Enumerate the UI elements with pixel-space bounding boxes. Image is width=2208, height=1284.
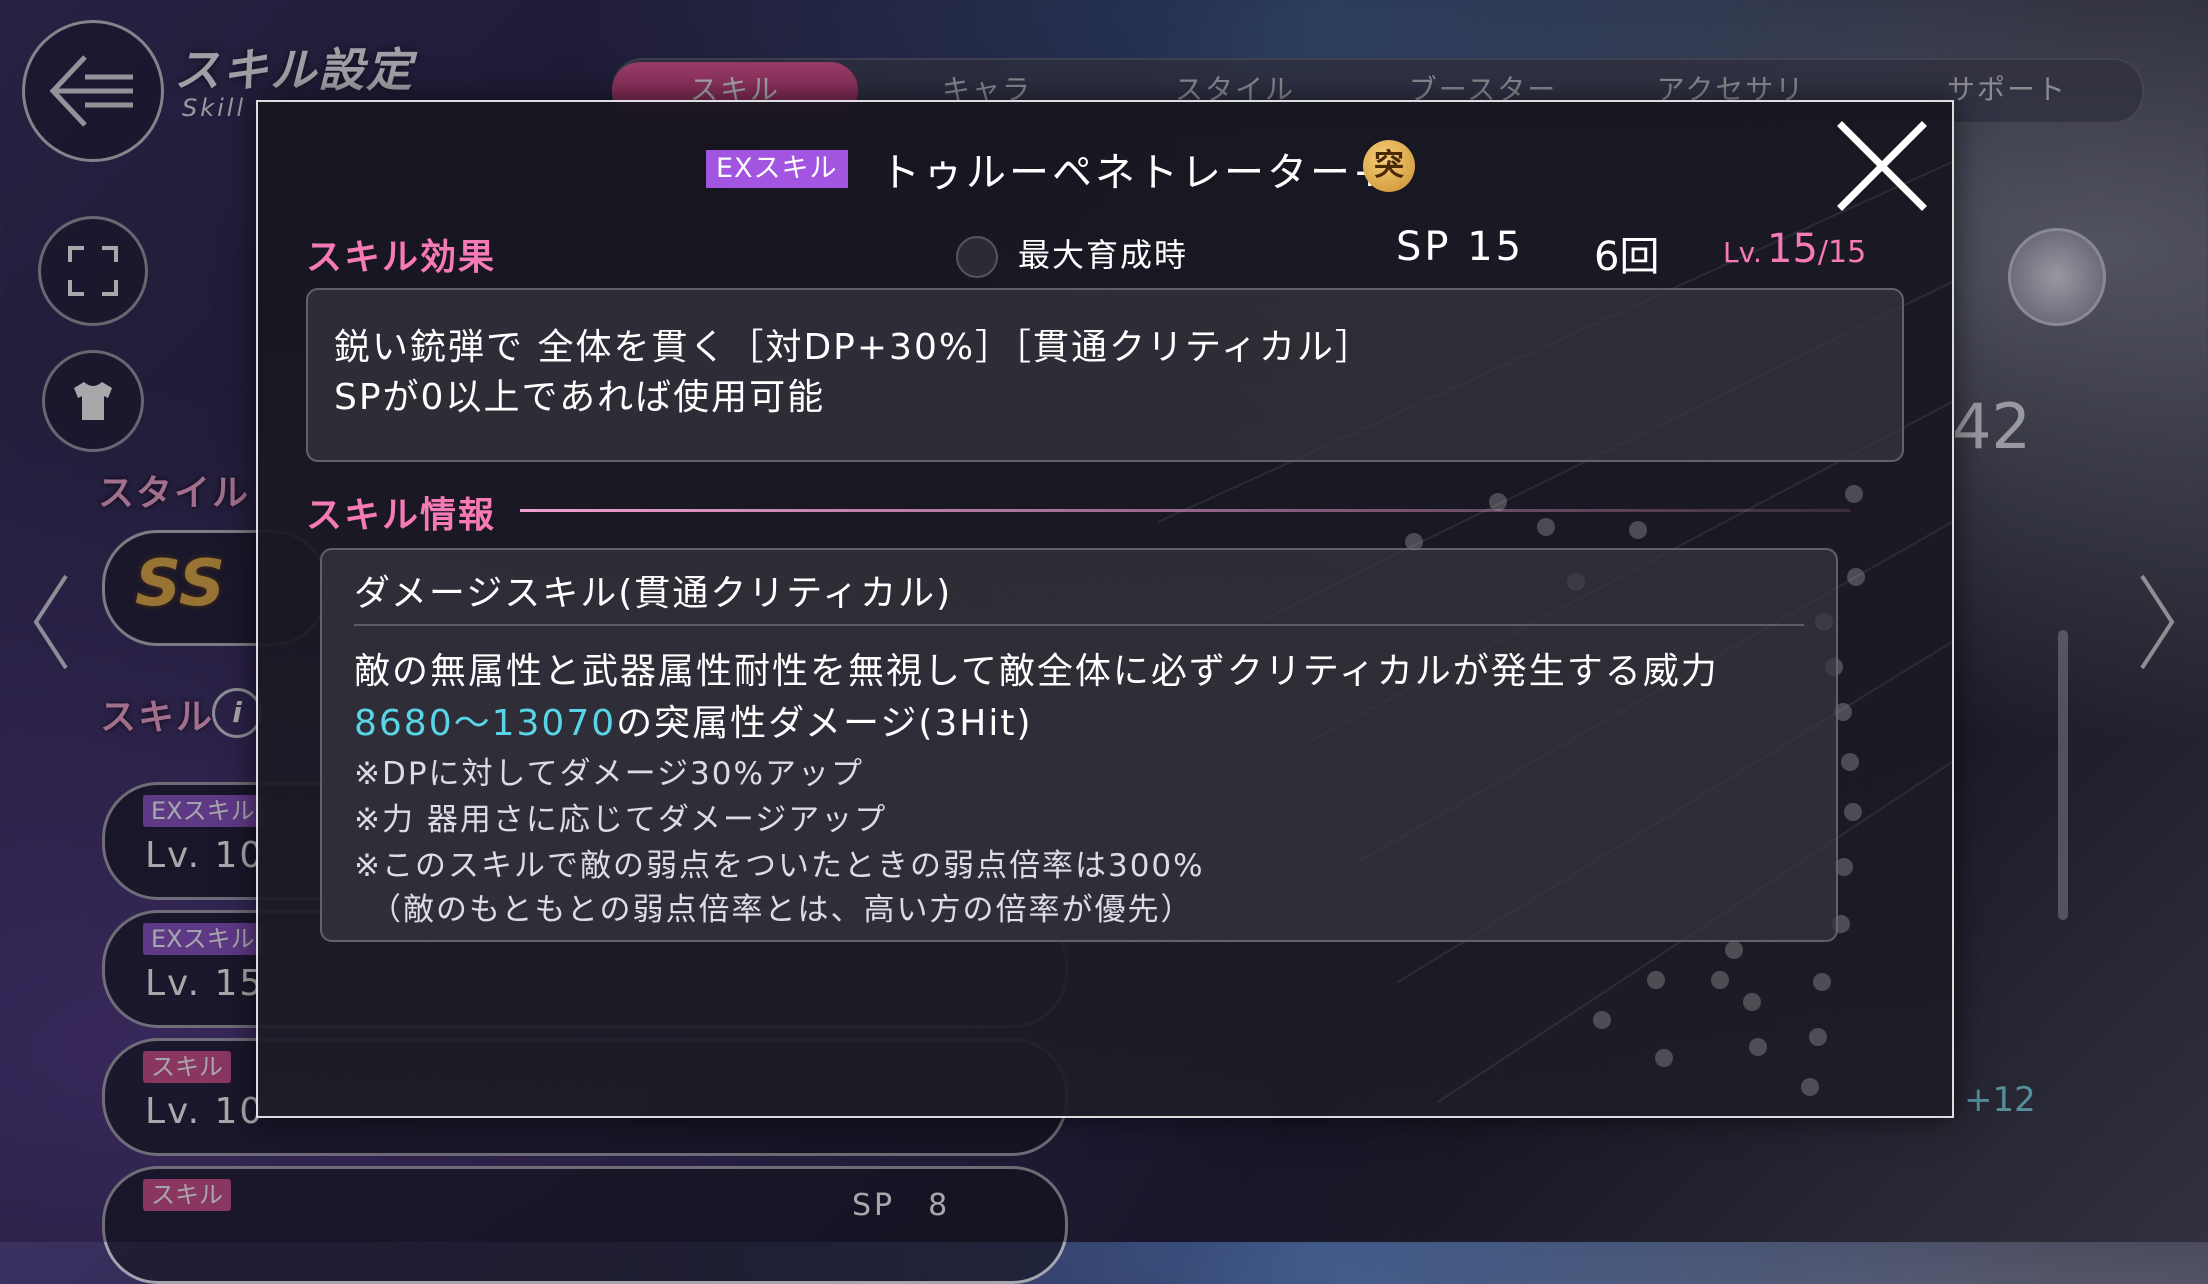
level-current: 15 — [1767, 226, 1818, 272]
skill-detail-modal: EXスキル トゥルーペネトレーター+ 突 スキル効果 最大育成時 SP 15 6… — [256, 100, 1954, 1118]
max-training-toggle[interactable] — [956, 236, 998, 278]
level-max: /15 — [1817, 235, 1867, 270]
section-divider — [520, 509, 1850, 512]
max-training-label: 最大育成時 — [1018, 236, 1189, 274]
level-prefix: Lv. — [1723, 236, 1762, 269]
skill-info-heading: スキル情報 — [306, 495, 497, 536]
note-line: （敵のもともとの弱点倍率とは、高い方の倍率が優先） — [370, 892, 1194, 928]
skill-effect-heading: スキル効果 — [306, 237, 497, 278]
effect-line: 鋭い銃弾で 全体を貫く［対DP+30%］［貫通クリティカル］ — [334, 327, 1373, 368]
sp-cost: SP 15 — [1396, 224, 1525, 270]
skill-type: ダメージスキル(貫通クリティカル) — [354, 573, 953, 614]
note-line: ※このスキルで敵の弱点をついたときの弱点倍率は300% — [354, 848, 1205, 884]
skill-level: Lv. 15/15 — [1723, 226, 1866, 272]
close-button[interactable] — [1836, 120, 1928, 212]
skill-description-line: 敵の無属性と武器属性耐性を無視して敵全体に必ずクリティカルが発生する威力 — [354, 651, 1719, 692]
damage-text: の突属性ダメージ(3Hit) — [616, 703, 1033, 744]
note-line: ※DPに対してダメージ30%アップ — [354, 756, 864, 792]
skill-description-line: 8680～13070の突属性ダメージ(3Hit) — [354, 694, 1033, 746]
close-icon — [1837, 121, 1927, 211]
use-count: 6回 — [1594, 234, 1660, 280]
effect-line: SPが0以上であれば使用可能 — [334, 377, 826, 418]
note-line: ※力 器用さに応じてダメージアップ — [354, 802, 888, 838]
pierce-element-icon: 突 — [1363, 140, 1415, 192]
skill-name: トゥルーペネトレーター+ — [880, 150, 1390, 196]
ex-skill-badge: EXスキル — [706, 150, 848, 188]
info-divider — [354, 624, 1804, 626]
damage-range: 8680～13070 — [354, 703, 617, 744]
